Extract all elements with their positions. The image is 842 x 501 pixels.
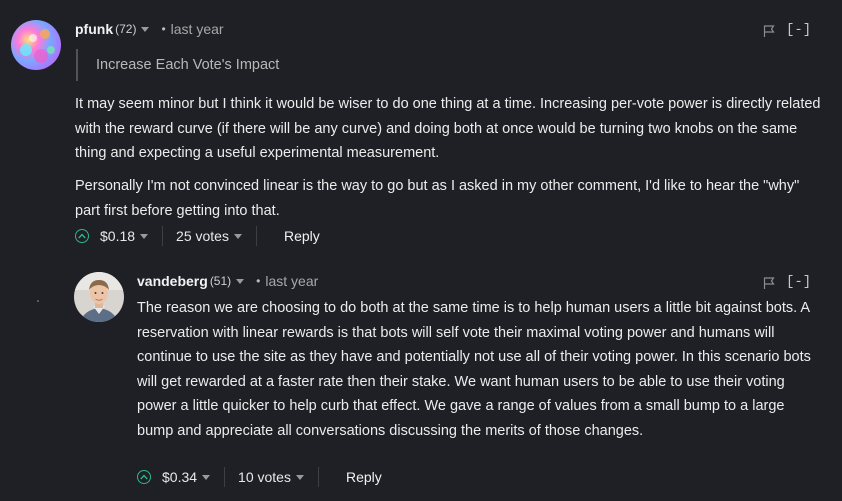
author-name[interactable]: vandeberg — [137, 273, 208, 289]
comment-paragraph: The reason we are choosing to do both at… — [137, 300, 811, 439]
avatar-image — [11, 20, 61, 70]
divider — [255, 226, 257, 246]
divider — [317, 467, 319, 487]
comment-vandeberg: vandeberg (51) • last year [-] The reaso… — [0, 260, 842, 501]
chevron-down-icon[interactable] — [233, 234, 242, 239]
vote-count[interactable]: 10 votes — [238, 469, 291, 485]
separator-dot: • — [161, 22, 166, 36]
chevron-down-icon[interactable] — [141, 27, 150, 32]
comment-paragraph: Personally I'm not convinced linear is t… — [75, 178, 800, 219]
flag-icon[interactable] — [763, 25, 775, 37]
upvote-icon[interactable] — [137, 470, 151, 484]
comment-paragraph: It may seem minor but I think it would b… — [75, 96, 821, 161]
timestamp[interactable]: last year — [171, 21, 224, 37]
author-reputation: (72) — [115, 22, 137, 36]
avatar[interactable] — [74, 272, 124, 322]
timestamp[interactable]: last year — [265, 273, 318, 289]
divider — [224, 467, 226, 487]
chevron-down-icon[interactable] — [202, 475, 211, 480]
divider — [162, 226, 164, 246]
comment-meta: pfunk (72) • last year — [75, 21, 224, 37]
comment-meta: vandeberg (51) • last year — [137, 273, 318, 289]
flag-icon[interactable] — [763, 277, 775, 289]
collapse-toggle[interactable]: [-] — [786, 22, 811, 38]
quoted-text: Increase Each Vote's Impact — [76, 49, 279, 81]
avatar-image — [74, 272, 124, 322]
collapse-toggle[interactable]: [-] — [786, 274, 811, 290]
reply-button[interactable]: Reply — [346, 469, 382, 485]
chevron-down-icon[interactable] — [140, 234, 149, 239]
chevron-down-icon[interactable] — [295, 475, 304, 480]
vote-count[interactable]: 25 votes — [176, 228, 229, 244]
chevron-down-icon[interactable] — [236, 279, 245, 284]
comment-actions: $0.18 25 votes Reply — [75, 226, 320, 246]
reply-button[interactable]: Reply — [284, 228, 320, 244]
comment-pfunk: pfunk (72) • last year [-] Increase Each… — [0, 0, 842, 260]
avatar[interactable] — [11, 20, 61, 70]
upvote-icon[interactable] — [75, 229, 89, 243]
separator-dot: • — [256, 274, 261, 288]
payout-value[interactable]: $0.18 — [100, 228, 135, 244]
payout-value[interactable]: $0.34 — [162, 469, 197, 485]
comment-actions: $0.34 10 votes Reply — [137, 467, 382, 487]
author-name[interactable]: pfunk — [75, 21, 113, 37]
author-reputation: (51) — [209, 274, 232, 288]
